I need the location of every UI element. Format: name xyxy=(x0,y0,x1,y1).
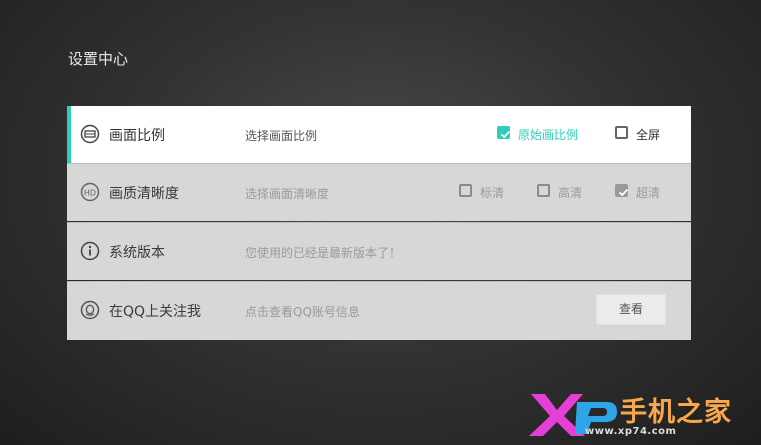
option-uhd[interactable]: 超清 xyxy=(615,183,665,201)
setting-description: 选择画面比例 xyxy=(245,129,318,143)
option-label: 高清 xyxy=(558,186,583,200)
option-original-ratio[interactable]: 原始画比例 xyxy=(497,125,589,143)
settings-panel: 画面比例 选择画面比例 原始画比例 全屏 HD 画质清晰度 选择画面清晰度 标清 xyxy=(67,106,691,340)
setting-row-aspect-ratio: 画面比例 选择画面比例 原始画比例 全屏 xyxy=(67,106,691,163)
checkbox-checked-icon xyxy=(497,126,511,139)
option-label: 标清 xyxy=(480,186,505,200)
setting-description: 选择画面清晰度 xyxy=(245,187,330,201)
checkbox-empty-icon xyxy=(537,184,550,197)
checkbox-checked-icon xyxy=(615,184,629,197)
setting-row-qq[interactable]: 在QQ上关注我 点击查看QQ账号信息 查看 xyxy=(67,282,691,340)
checkbox-empty-icon xyxy=(615,126,628,139)
setting-label: 画质清晰度 xyxy=(109,186,179,202)
checkbox-empty-icon xyxy=(459,184,472,197)
setting-label: 系统版本 xyxy=(109,245,165,261)
qq-icon xyxy=(80,300,100,320)
page-title: 设置中心 xyxy=(68,50,129,68)
option-label: 超清 xyxy=(636,186,661,200)
setting-label: 在QQ上关注我 xyxy=(109,304,202,320)
setting-row-version[interactable]: 系统版本 您使用的已经是最新版本了！ xyxy=(67,223,691,280)
setting-label: 画面比例 xyxy=(109,128,165,144)
watermark-url: www.xp74.com xyxy=(585,426,677,437)
option-fullscreen[interactable]: 全屏 xyxy=(615,125,667,143)
option-hd[interactable]: 高清 xyxy=(537,183,587,201)
setting-description: 点击查看QQ账号信息 xyxy=(245,305,360,319)
watermark: 手机之家 www.xp74.com xyxy=(527,384,761,445)
info-icon xyxy=(80,241,100,261)
view-button[interactable]: 查看 xyxy=(596,294,666,325)
hd-icon: HD xyxy=(80,182,100,202)
active-row-indicator xyxy=(67,106,71,163)
setting-row-quality[interactable]: HD 画质清晰度 选择画面清晰度 标清 高清 超清 xyxy=(67,164,691,221)
setting-description: 您使用的已经是最新版本了！ xyxy=(245,246,402,260)
svg-text:HD: HD xyxy=(84,189,96,198)
aspect-ratio-icon xyxy=(80,124,100,144)
option-sd[interactable]: 标清 xyxy=(459,183,509,201)
option-label: 全屏 xyxy=(636,128,661,142)
watermark-brand: 手机之家 xyxy=(620,397,732,428)
option-label: 原始画比例 xyxy=(518,128,579,142)
